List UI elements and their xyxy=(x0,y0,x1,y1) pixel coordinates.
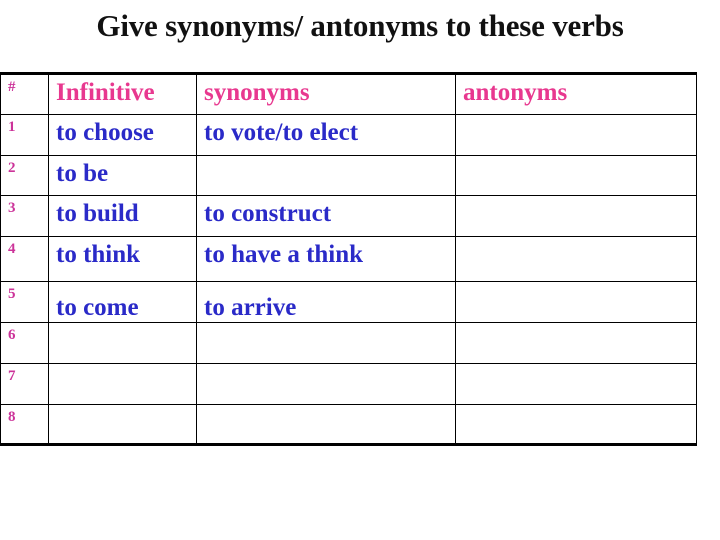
infinitive-cell[interactable]: to be xyxy=(48,155,197,196)
antonyms-cell[interactable] xyxy=(455,322,697,364)
row-number: 6 xyxy=(0,322,49,364)
verbs-table: # Infinitive synonyms antonyms 1 to choo… xyxy=(0,72,697,446)
antonyms-cell[interactable] xyxy=(455,363,697,405)
infinitive-cell[interactable] xyxy=(48,404,197,445)
header-antonyms: antonyms xyxy=(455,73,697,115)
synonyms-cell[interactable]: to construct xyxy=(196,195,456,237)
synonyms-cell[interactable]: to arrive xyxy=(196,281,456,323)
table-row: 5 to come to arrive xyxy=(0,281,697,323)
synonyms-cell[interactable] xyxy=(196,363,456,405)
infinitive-cell[interactable]: to build xyxy=(48,195,197,237)
row-number: 5 xyxy=(0,281,49,323)
row-number: 3 xyxy=(0,195,49,237)
row-number: 4 xyxy=(0,236,49,282)
table-row: 3 to build to construct xyxy=(0,195,697,237)
row-number: 1 xyxy=(0,114,49,156)
table-row: 1 to choose to vote/to elect xyxy=(0,114,697,156)
synonyms-cell[interactable] xyxy=(196,155,456,196)
infinitive-cell[interactable]: to choose xyxy=(48,114,197,156)
antonyms-cell[interactable] xyxy=(455,404,697,445)
table-row: 2 to be xyxy=(0,155,697,196)
synonyms-cell[interactable] xyxy=(196,404,456,445)
table-row: 8 xyxy=(0,404,697,445)
antonyms-cell[interactable] xyxy=(455,114,697,156)
infinitive-cell[interactable]: to come xyxy=(48,281,197,323)
antonyms-cell[interactable] xyxy=(455,281,697,323)
antonyms-cell[interactable] xyxy=(455,155,697,196)
row-number: 8 xyxy=(0,404,49,445)
synonyms-cell[interactable] xyxy=(196,322,456,364)
antonyms-cell[interactable] xyxy=(455,236,697,282)
synonyms-cell[interactable]: to vote/to elect xyxy=(196,114,456,156)
row-number: 7 xyxy=(0,363,49,405)
infinitive-cell[interactable] xyxy=(48,363,197,405)
infinitive-cell[interactable] xyxy=(48,322,197,364)
page-title: Give synonyms/ antonyms to these verbs xyxy=(96,8,624,43)
row-number: 2 xyxy=(0,155,49,196)
antonyms-cell[interactable] xyxy=(455,195,697,237)
table-row: 7 xyxy=(0,363,697,405)
header-infinitive: Infinitive xyxy=(48,73,197,115)
table-header-row: # Infinitive synonyms antonyms xyxy=(0,73,697,115)
header-number: # xyxy=(0,73,49,115)
infinitive-cell[interactable]: to think xyxy=(48,236,197,282)
table-row: 6 xyxy=(0,322,697,364)
table-row: 4 to think to have a think xyxy=(0,236,697,282)
synonyms-cell[interactable]: to have a think xyxy=(196,236,456,282)
header-synonyms: synonyms xyxy=(196,73,456,115)
